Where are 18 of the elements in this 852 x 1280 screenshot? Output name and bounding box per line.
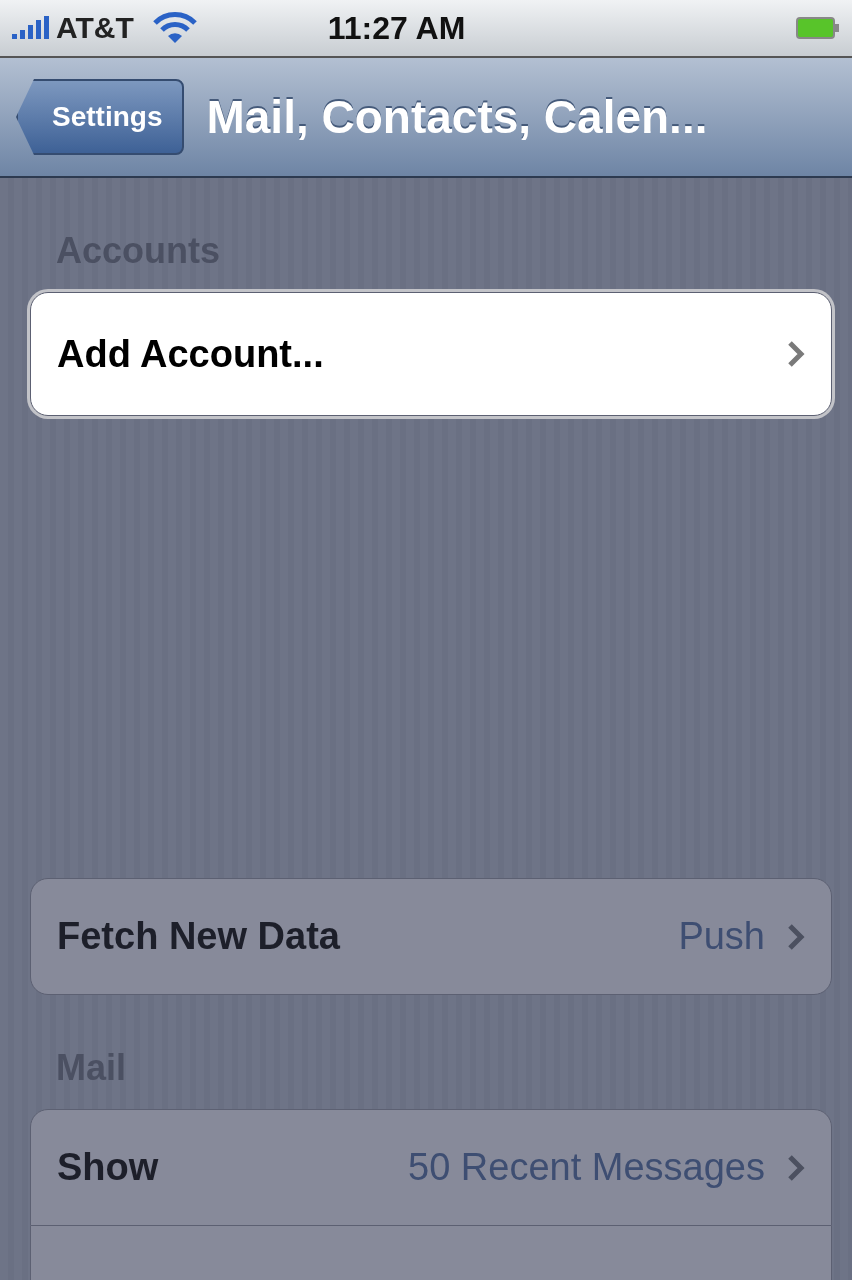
page-title: Mail, Contacts, Calen... [206, 90, 708, 144]
row-label: Show [57, 1146, 160, 1189]
back-button[interactable]: Settings [16, 79, 185, 155]
chevron-icon [787, 1153, 805, 1182]
settings-row[interactable]: Show 50 Recent Messages [30, 1109, 832, 1226]
settings-row[interactable]: Fetch New Data Push [30, 878, 832, 995]
carrier-name: AT&T [56, 11, 134, 45]
row-value: 50 Recent Messages [408, 1146, 765, 1189]
settings-row[interactable]: Add Account... [30, 292, 832, 416]
wifi-icon [151, 12, 198, 44]
chevron-icon [787, 340, 805, 368]
chevron-icon [787, 922, 805, 951]
row-value: Push [678, 915, 765, 958]
row-label: Add Account... [57, 332, 325, 376]
row-label: Fetch New Data [57, 915, 341, 958]
signal-icon [12, 16, 52, 40]
battery-icon [796, 17, 840, 39]
clock-time: 11:27 AM [327, 9, 467, 47]
